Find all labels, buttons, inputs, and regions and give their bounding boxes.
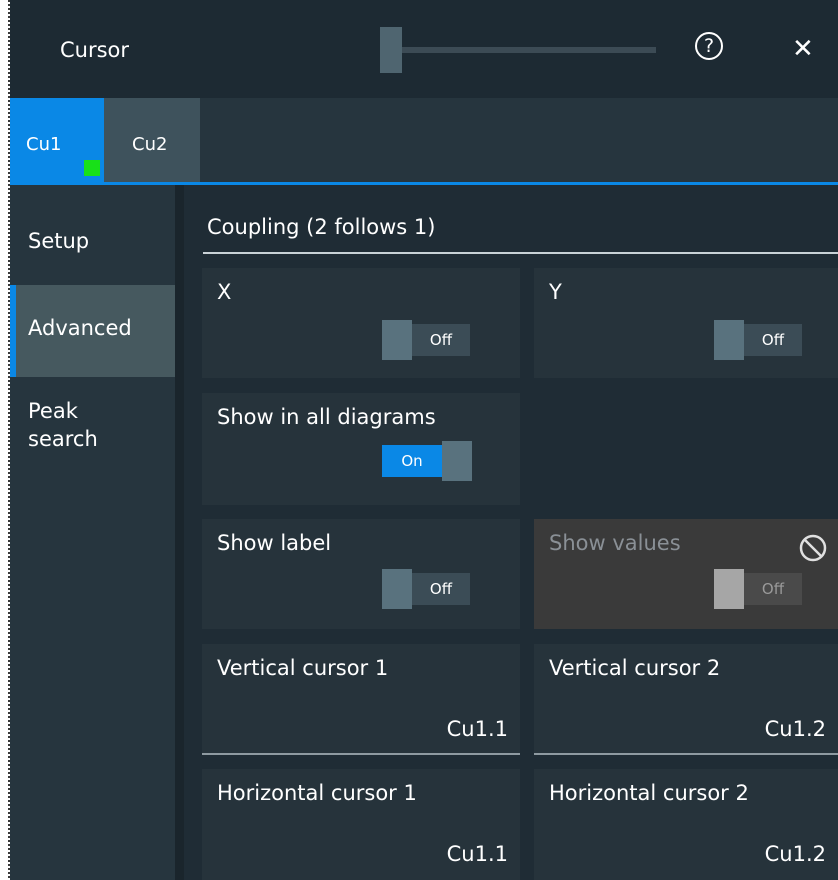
- vertical-cursor-1-label: Vertical cursor 1: [217, 656, 389, 680]
- dialog-header: Cursor ? ✕: [10, 0, 838, 96]
- tab-label: Cu2: [132, 134, 168, 155]
- tab-label: Cu1: [26, 134, 62, 155]
- horizontal-cursor-1-value: Cu1.1: [446, 842, 508, 866]
- transparency-slider-track[interactable]: [392, 47, 656, 53]
- toggle-state: On: [382, 445, 442, 477]
- field-underline: [202, 753, 520, 755]
- horizontal-cursor-2-value: Cu1.2: [764, 842, 826, 866]
- x-coupling-label: X: [217, 280, 232, 304]
- show-label-card: Show label Off: [202, 519, 520, 629]
- tab-cu1[interactable]: Cu1: [10, 98, 104, 182]
- vertical-cursor-2-value: Cu1.2: [764, 717, 826, 741]
- y-coupling-toggle[interactable]: Off: [714, 320, 806, 360]
- sidebar-item-setup[interactable]: Setup: [10, 185, 175, 283]
- sidebar-item-label: Advanced: [28, 316, 132, 340]
- cursor-dialog: Cursor ? ✕ Cu1 Cu2 Setup Advanced Peak s…: [10, 0, 838, 880]
- x-coupling-card: X Off: [202, 268, 520, 378]
- no-entry-icon: [799, 534, 827, 562]
- toggle-state: Off: [412, 324, 470, 356]
- vertical-cursor-1-field[interactable]: Vertical cursor 1 Cu1.1: [202, 644, 520, 755]
- toggle-state: Off: [744, 573, 802, 605]
- transparency-slider-thumb[interactable]: [380, 27, 402, 73]
- sidebar-item-label: Peak search: [28, 399, 98, 451]
- show-label-toggle[interactable]: Off: [382, 569, 474, 609]
- active-indicator-icon: [84, 160, 100, 176]
- toggle-knob: [714, 569, 744, 609]
- field-underline: [534, 753, 838, 755]
- settings-panel: Coupling (2 follows 1) X Off Y Off Show …: [184, 185, 838, 880]
- y-coupling-label: Y: [549, 280, 562, 304]
- sidebar-item-advanced[interactable]: Advanced: [10, 285, 175, 377]
- horizontal-cursor-1-label: Horizontal cursor 1: [217, 781, 417, 805]
- toggle-knob: [382, 320, 412, 360]
- toggle-state: Off: [412, 573, 470, 605]
- vertical-cursor-1-value: Cu1.1: [446, 717, 508, 741]
- sidebar-item-label: Setup: [28, 229, 90, 253]
- show-in-all-diagrams-card: Show in all diagrams On: [202, 393, 520, 505]
- section-title: Coupling (2 follows 1): [207, 215, 436, 239]
- horizontal-cursor-2-label: Horizontal cursor 2: [549, 781, 749, 805]
- x-coupling-toggle[interactable]: Off: [382, 320, 474, 360]
- cursor-tabs: Cu1 Cu2: [10, 98, 838, 182]
- show-values-toggle: Off: [714, 569, 806, 609]
- close-icon[interactable]: ✕: [792, 34, 814, 64]
- show-in-all-diagrams-toggle[interactable]: On: [382, 441, 474, 481]
- toggle-knob: [442, 441, 472, 481]
- tab-cu2[interactable]: Cu2: [104, 98, 200, 182]
- toggle-knob: [382, 569, 412, 609]
- section-divider: [203, 252, 838, 254]
- help-icon[interactable]: ?: [695, 32, 723, 60]
- selection-bar: [10, 285, 16, 377]
- show-in-all-diagrams-label: Show in all diagrams: [217, 405, 436, 429]
- vertical-cursor-2-label: Vertical cursor 2: [549, 656, 721, 680]
- show-values-label: Show values: [549, 531, 681, 555]
- sidebar-divider: [175, 185, 184, 880]
- sidebar: Setup Advanced Peak search: [10, 185, 175, 880]
- dialog-title: Cursor: [60, 38, 130, 62]
- show-values-card: Show values Off: [534, 519, 838, 629]
- horizontal-cursor-2-field[interactable]: Horizontal cursor 2 Cu1.2: [534, 769, 838, 880]
- show-label-label: Show label: [217, 531, 332, 555]
- y-coupling-card: Y Off: [534, 268, 838, 378]
- toggle-state: Off: [744, 324, 802, 356]
- vertical-cursor-2-field[interactable]: Vertical cursor 2 Cu1.2: [534, 644, 838, 755]
- toggle-knob: [714, 320, 744, 360]
- horizontal-cursor-1-field[interactable]: Horizontal cursor 1 Cu1.1: [202, 769, 520, 880]
- sidebar-item-peak-search[interactable]: Peak search: [10, 385, 175, 465]
